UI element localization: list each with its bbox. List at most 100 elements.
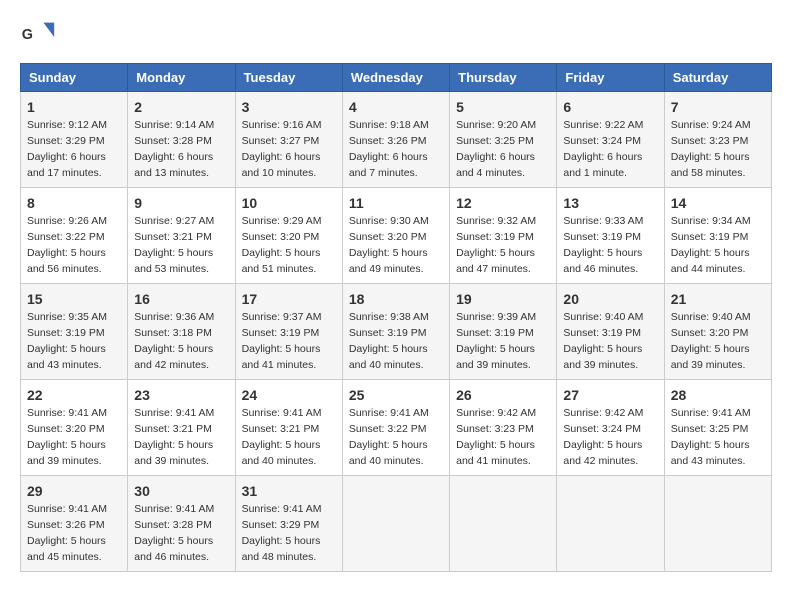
calendar-cell: 13 Sunrise: 9:33 AMSunset: 3:19 PMDaylig… [557, 188, 664, 284]
day-number: 18 [349, 289, 443, 309]
day-number: 29 [27, 481, 121, 501]
calendar-cell: 15 Sunrise: 9:35 AMSunset: 3:19 PMDaylig… [21, 284, 128, 380]
cell-content: Sunrise: 9:18 AMSunset: 3:26 PMDaylight:… [349, 119, 429, 179]
day-number: 4 [349, 97, 443, 117]
day-number: 10 [242, 193, 336, 213]
calendar-cell [664, 476, 771, 572]
calendar-cell: 17 Sunrise: 9:37 AMSunset: 3:19 PMDaylig… [235, 284, 342, 380]
cell-content: Sunrise: 9:14 AMSunset: 3:28 PMDaylight:… [134, 119, 214, 179]
calendar-cell: 19 Sunrise: 9:39 AMSunset: 3:19 PMDaylig… [450, 284, 557, 380]
week-row-4: 22 Sunrise: 9:41 AMSunset: 3:20 PMDaylig… [21, 380, 772, 476]
cell-content: Sunrise: 9:29 AMSunset: 3:20 PMDaylight:… [242, 215, 322, 275]
cell-content: Sunrise: 9:12 AMSunset: 3:29 PMDaylight:… [27, 119, 107, 179]
header: G [20, 15, 772, 55]
weekday-header-wednesday: Wednesday [342, 64, 449, 92]
calendar-cell: 3 Sunrise: 9:16 AMSunset: 3:27 PMDayligh… [235, 92, 342, 188]
cell-content: Sunrise: 9:27 AMSunset: 3:21 PMDaylight:… [134, 215, 214, 275]
day-number: 28 [671, 385, 765, 405]
calendar-cell: 10 Sunrise: 9:29 AMSunset: 3:20 PMDaylig… [235, 188, 342, 284]
calendar-cell: 9 Sunrise: 9:27 AMSunset: 3:21 PMDayligh… [128, 188, 235, 284]
cell-content: Sunrise: 9:41 AMSunset: 3:20 PMDaylight:… [27, 407, 107, 467]
calendar-cell: 27 Sunrise: 9:42 AMSunset: 3:24 PMDaylig… [557, 380, 664, 476]
day-number: 31 [242, 481, 336, 501]
calendar-cell: 20 Sunrise: 9:40 AMSunset: 3:19 PMDaylig… [557, 284, 664, 380]
day-number: 9 [134, 193, 228, 213]
cell-content: Sunrise: 9:26 AMSunset: 3:22 PMDaylight:… [27, 215, 107, 275]
weekday-header-thursday: Thursday [450, 64, 557, 92]
calendar-cell: 8 Sunrise: 9:26 AMSunset: 3:22 PMDayligh… [21, 188, 128, 284]
day-number: 2 [134, 97, 228, 117]
day-number: 30 [134, 481, 228, 501]
day-number: 22 [27, 385, 121, 405]
cell-content: Sunrise: 9:38 AMSunset: 3:19 PMDaylight:… [349, 311, 429, 371]
logo-icon: G [20, 19, 56, 55]
day-number: 26 [456, 385, 550, 405]
day-number: 3 [242, 97, 336, 117]
cell-content: Sunrise: 9:41 AMSunset: 3:21 PMDaylight:… [242, 407, 322, 467]
week-row-1: 1 Sunrise: 9:12 AMSunset: 3:29 PMDayligh… [21, 92, 772, 188]
day-number: 19 [456, 289, 550, 309]
weekday-header-monday: Monday [128, 64, 235, 92]
calendar-cell: 22 Sunrise: 9:41 AMSunset: 3:20 PMDaylig… [21, 380, 128, 476]
calendar-cell: 28 Sunrise: 9:41 AMSunset: 3:25 PMDaylig… [664, 380, 771, 476]
day-number: 27 [563, 385, 657, 405]
day-number: 1 [27, 97, 121, 117]
calendar-cell: 7 Sunrise: 9:24 AMSunset: 3:23 PMDayligh… [664, 92, 771, 188]
weekday-header-tuesday: Tuesday [235, 64, 342, 92]
day-number: 13 [563, 193, 657, 213]
weekday-header-friday: Friday [557, 64, 664, 92]
calendar-cell: 11 Sunrise: 9:30 AMSunset: 3:20 PMDaylig… [342, 188, 449, 284]
calendar-cell: 4 Sunrise: 9:18 AMSunset: 3:26 PMDayligh… [342, 92, 449, 188]
cell-content: Sunrise: 9:22 AMSunset: 3:24 PMDaylight:… [563, 119, 643, 179]
calendar-cell: 14 Sunrise: 9:34 AMSunset: 3:19 PMDaylig… [664, 188, 771, 284]
calendar-cell: 1 Sunrise: 9:12 AMSunset: 3:29 PMDayligh… [21, 92, 128, 188]
cell-content: Sunrise: 9:41 AMSunset: 3:21 PMDaylight:… [134, 407, 214, 467]
week-row-5: 29 Sunrise: 9:41 AMSunset: 3:26 PMDaylig… [21, 476, 772, 572]
day-number: 23 [134, 385, 228, 405]
day-number: 24 [242, 385, 336, 405]
cell-content: Sunrise: 9:41 AMSunset: 3:26 PMDaylight:… [27, 503, 107, 563]
week-row-3: 15 Sunrise: 9:35 AMSunset: 3:19 PMDaylig… [21, 284, 772, 380]
cell-content: Sunrise: 9:32 AMSunset: 3:19 PMDaylight:… [456, 215, 536, 275]
calendar-cell: 25 Sunrise: 9:41 AMSunset: 3:22 PMDaylig… [342, 380, 449, 476]
logo: G [20, 19, 60, 55]
day-number: 6 [563, 97, 657, 117]
cell-content: Sunrise: 9:37 AMSunset: 3:19 PMDaylight:… [242, 311, 322, 371]
cell-content: Sunrise: 9:20 AMSunset: 3:25 PMDaylight:… [456, 119, 536, 179]
cell-content: Sunrise: 9:41 AMSunset: 3:25 PMDaylight:… [671, 407, 751, 467]
calendar-cell: 31 Sunrise: 9:41 AMSunset: 3:29 PMDaylig… [235, 476, 342, 572]
day-number: 15 [27, 289, 121, 309]
calendar-cell [450, 476, 557, 572]
cell-content: Sunrise: 9:42 AMSunset: 3:23 PMDaylight:… [456, 407, 536, 467]
calendar-cell: 29 Sunrise: 9:41 AMSunset: 3:26 PMDaylig… [21, 476, 128, 572]
day-number: 16 [134, 289, 228, 309]
cell-content: Sunrise: 9:24 AMSunset: 3:23 PMDaylight:… [671, 119, 751, 179]
cell-content: Sunrise: 9:35 AMSunset: 3:19 PMDaylight:… [27, 311, 107, 371]
day-number: 12 [456, 193, 550, 213]
calendar-cell [342, 476, 449, 572]
cell-content: Sunrise: 9:30 AMSunset: 3:20 PMDaylight:… [349, 215, 429, 275]
day-number: 25 [349, 385, 443, 405]
cell-content: Sunrise: 9:39 AMSunset: 3:19 PMDaylight:… [456, 311, 536, 371]
cell-content: Sunrise: 9:42 AMSunset: 3:24 PMDaylight:… [563, 407, 643, 467]
calendar-cell: 30 Sunrise: 9:41 AMSunset: 3:28 PMDaylig… [128, 476, 235, 572]
calendar-cell: 24 Sunrise: 9:41 AMSunset: 3:21 PMDaylig… [235, 380, 342, 476]
cell-content: Sunrise: 9:41 AMSunset: 3:29 PMDaylight:… [242, 503, 322, 563]
cell-content: Sunrise: 9:33 AMSunset: 3:19 PMDaylight:… [563, 215, 643, 275]
calendar-cell: 6 Sunrise: 9:22 AMSunset: 3:24 PMDayligh… [557, 92, 664, 188]
svg-text:G: G [22, 27, 33, 43]
cell-content: Sunrise: 9:41 AMSunset: 3:22 PMDaylight:… [349, 407, 429, 467]
weekday-header-row: SundayMondayTuesdayWednesdayThursdayFrid… [21, 64, 772, 92]
day-number: 20 [563, 289, 657, 309]
day-number: 21 [671, 289, 765, 309]
cell-content: Sunrise: 9:34 AMSunset: 3:19 PMDaylight:… [671, 215, 751, 275]
day-number: 11 [349, 193, 443, 213]
day-number: 17 [242, 289, 336, 309]
weekday-header-sunday: Sunday [21, 64, 128, 92]
calendar-cell: 2 Sunrise: 9:14 AMSunset: 3:28 PMDayligh… [128, 92, 235, 188]
week-row-2: 8 Sunrise: 9:26 AMSunset: 3:22 PMDayligh… [21, 188, 772, 284]
calendar-cell: 16 Sunrise: 9:36 AMSunset: 3:18 PMDaylig… [128, 284, 235, 380]
weekday-header-saturday: Saturday [664, 64, 771, 92]
calendar-cell: 5 Sunrise: 9:20 AMSunset: 3:25 PMDayligh… [450, 92, 557, 188]
day-number: 8 [27, 193, 121, 213]
